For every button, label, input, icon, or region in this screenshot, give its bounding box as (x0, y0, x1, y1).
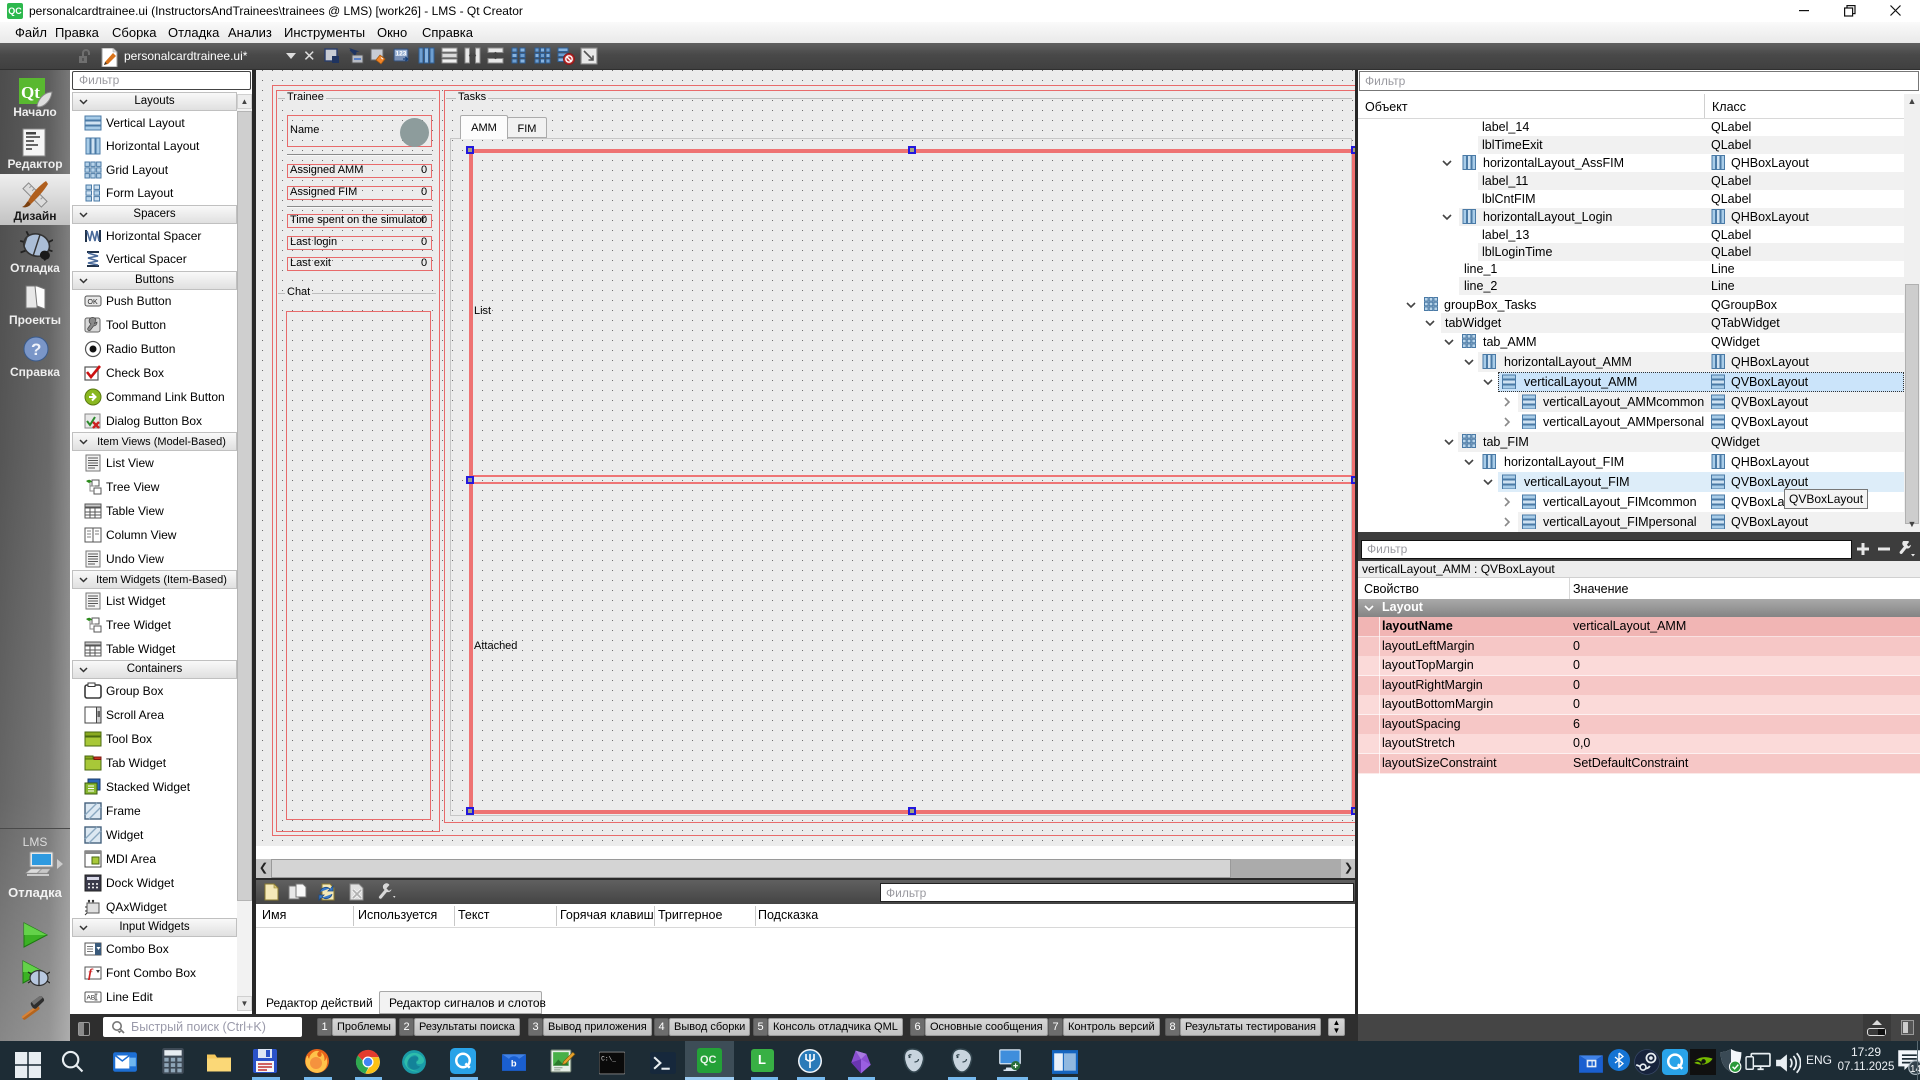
svg-text:Qt: Qt (21, 83, 40, 102)
svg-text:123: 123 (396, 51, 407, 58)
svg-text:14: 14 (1910, 1064, 1920, 1075)
svg-text:b: b (511, 1059, 517, 1069)
svg-text:C:\_: C:\_ (601, 1055, 616, 1062)
svg-text:?: ? (31, 340, 41, 359)
